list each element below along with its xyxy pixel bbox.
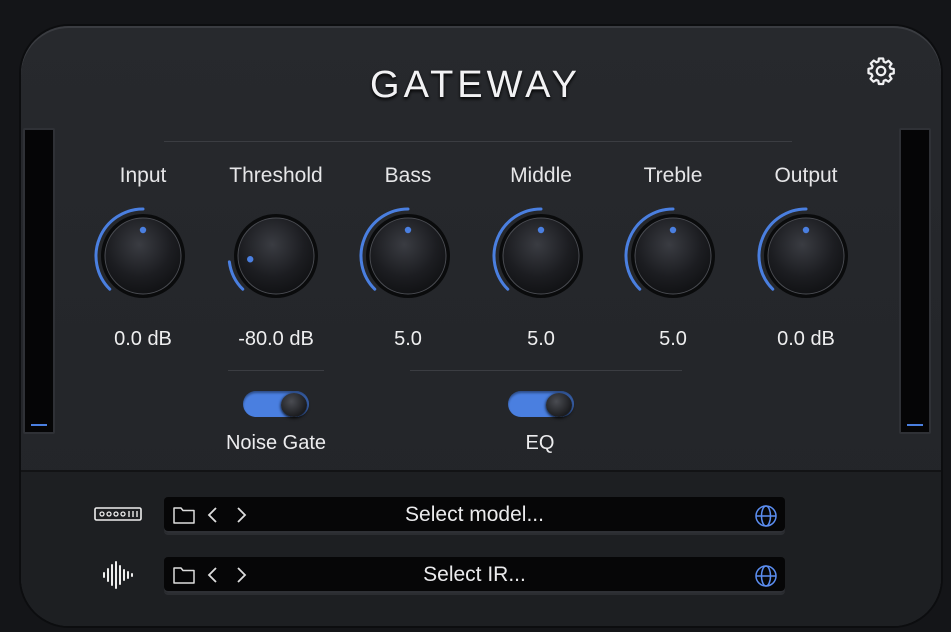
knob-indicator [802,226,810,234]
knob-dial[interactable] [224,204,328,308]
knob-dial[interactable] [91,204,195,308]
knob-input: Input 0.0 dB [83,162,203,351]
knob-bass: Bass 5.0 [348,162,468,351]
knob-dial[interactable] [621,204,725,308]
knob-label: Treble [643,164,703,187]
knob-middle: Middle 5.0 [481,162,601,351]
knob-dial[interactable] [754,204,858,308]
file-selector-area [21,470,941,626]
knob-label: Output [774,164,838,187]
waveform-icon [103,561,133,589]
knob-dial[interactable] [356,204,460,308]
knob-value: 5.0 [527,328,555,350]
output-level-meter [899,128,931,434]
gate-divider [228,370,324,371]
knob-label: Input [119,164,167,187]
knob-dial[interactable] [489,204,593,308]
knob-value: 0.0 dB [777,328,835,350]
knob-indicator [669,226,677,234]
knob-indicator [537,226,545,234]
ir-selector[interactable]: Select IR... [164,557,785,593]
noise-gate-toggle[interactable] [243,391,309,417]
model-selector-text: Select model... [405,503,544,526]
knob-label: Bass [384,164,432,187]
knob-indicator [404,226,412,234]
eq-toggle[interactable] [508,391,574,417]
app-title: GATEWAY [370,64,581,106]
amp-model-icon [94,507,142,521]
knob-value: 5.0 [394,328,422,350]
knob-label: Threshold [229,164,323,187]
knob-indicator [247,256,254,263]
noise-gate-label: Noise Gate [225,432,327,454]
globe-icon[interactable] [754,504,778,528]
knob-value: 5.0 [659,328,687,350]
knob-label: Middle [510,164,572,187]
knob-value: 0.0 dB [114,328,172,350]
knob-value: -80.0 dB [238,328,314,350]
knob-threshold: Threshold -80.0 dB [216,162,336,351]
eq-label: EQ [525,432,555,454]
input-level-meter [23,128,55,434]
eq-divider [410,370,682,371]
globe-icon[interactable] [754,564,778,588]
knob-output: Output 0.0 dB [746,162,866,351]
ir-selector-text: Select IR... [423,563,526,586]
gear-icon[interactable] [866,56,896,86]
knob-indicator [139,226,147,234]
title-divider [164,141,792,142]
model-selector[interactable]: Select model... [164,497,785,533]
knob-treble: Treble 5.0 [613,162,733,351]
